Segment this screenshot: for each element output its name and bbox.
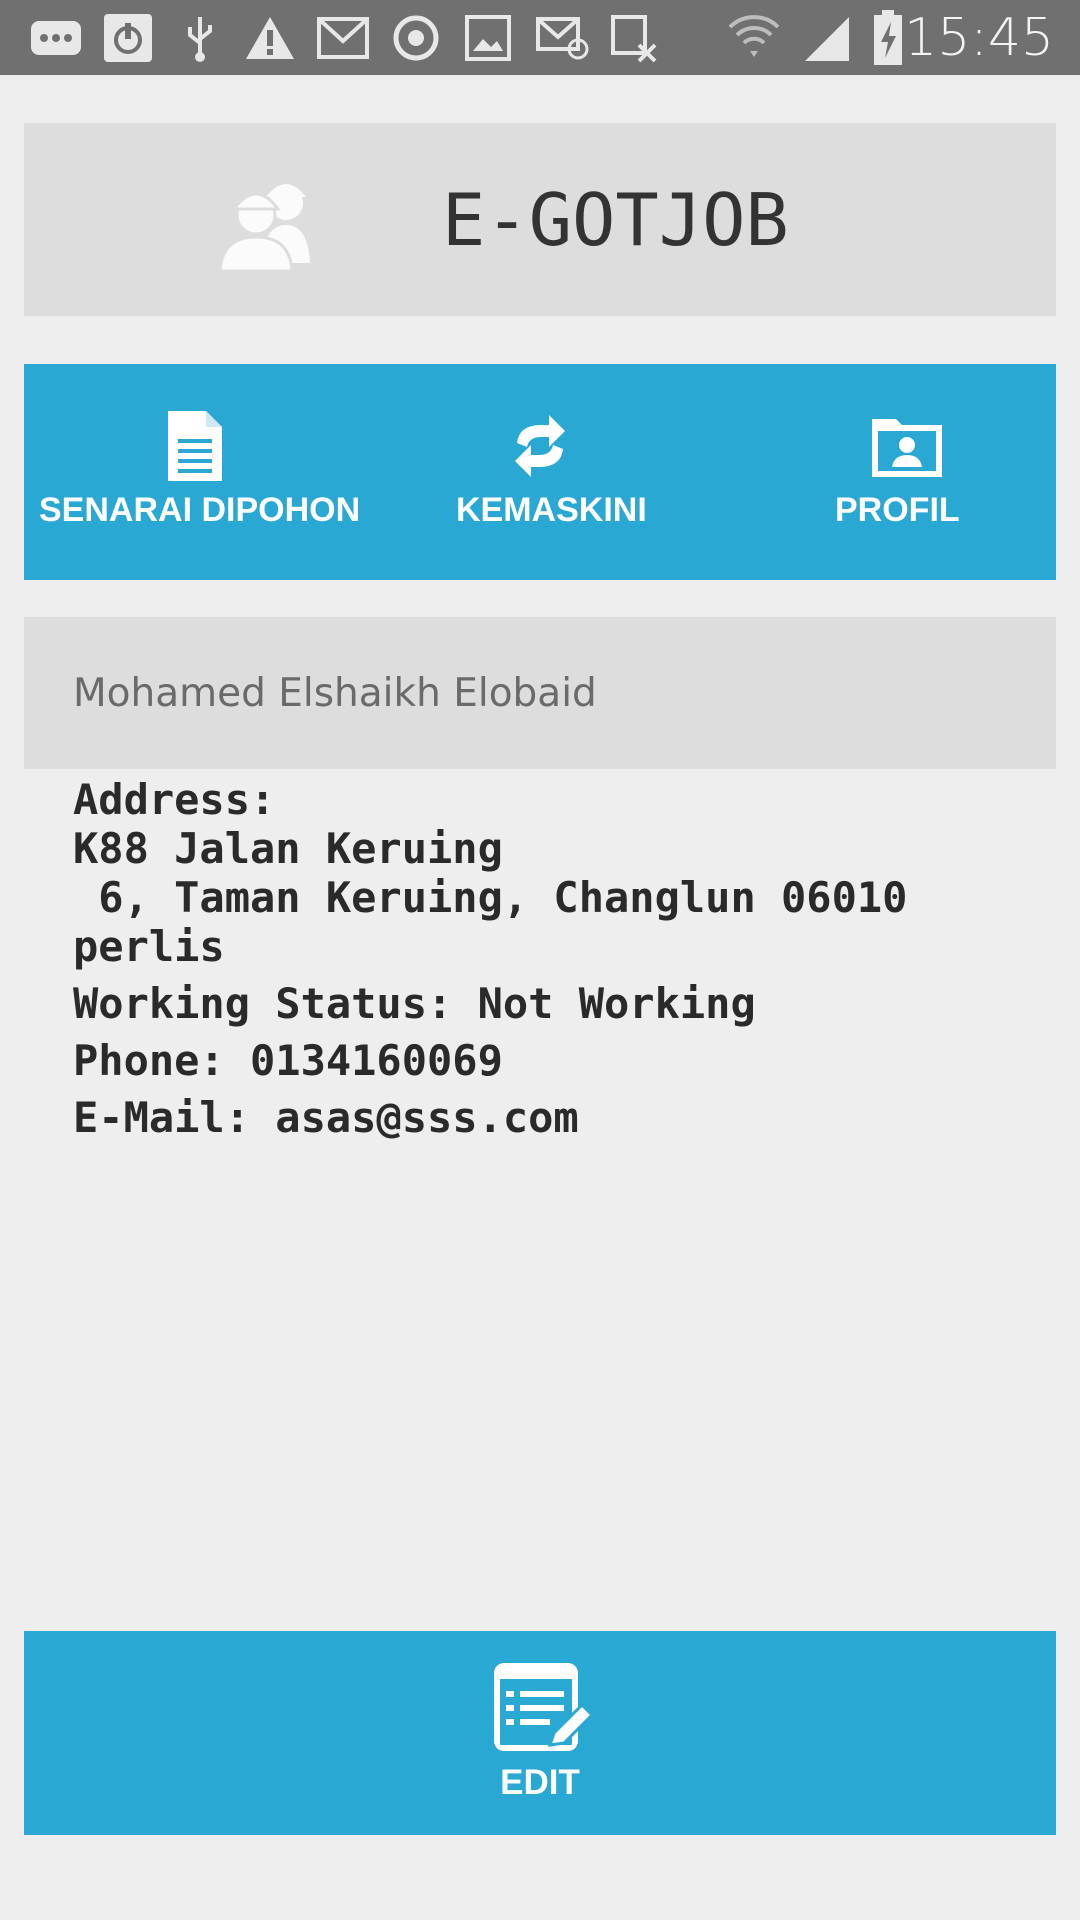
app-header: E-GOTJOB [24, 123, 1056, 316]
profile-folder-icon [870, 409, 944, 483]
status-clock: 15:45 [904, 8, 1054, 68]
nav-senarai-dipohon-button[interactable]: SENARAI DIPOHON [24, 364, 369, 580]
profile-name-bar: Mohamed Elshaikh Elobaid [24, 617, 1056, 769]
profile-phone: Phone: 0134160069 [73, 1036, 503, 1085]
nav-profil-button[interactable]: PROFIL [714, 364, 1056, 580]
sync-icon [390, 10, 442, 66]
nav-bar: SENARAI DIPOHON KEMASKINI PROFIL [24, 364, 1056, 580]
profile-working-status: Working Status: Not Working [73, 979, 756, 1028]
status-bar: 15:45 [0, 0, 1080, 75]
gmail-icon [316, 10, 370, 66]
image-icon [464, 10, 512, 66]
nav-label-profil: PROFIL [835, 491, 960, 529]
edit-button[interactable]: EDIT [24, 1631, 1056, 1835]
signal-icon [800, 10, 854, 66]
profile-name: Mohamed Elshaikh Elobaid [73, 671, 597, 716]
profile-address: Address: K88 Jalan Keruing 6, Taman Keru… [73, 775, 908, 971]
refresh-icon [509, 409, 571, 483]
app-title: E-GOTJOB [442, 178, 789, 262]
power-icon [103, 10, 153, 66]
document-icon [164, 409, 226, 483]
more-icon [28, 10, 84, 66]
profile-details: Address: K88 Jalan Keruing 6, Taman Keru… [73, 775, 1033, 1142]
email-icon [535, 10, 591, 66]
workers-icon [214, 163, 324, 273]
profile-email: E-Mail: asas@sss.com [73, 1093, 579, 1142]
edit-button-label: EDIT [500, 1763, 580, 1802]
nav-kemaskini-button[interactable]: KEMASKINI [369, 364, 714, 580]
nav-label-senarai-dipohon: SENARAI DIPOHON [39, 491, 361, 529]
edit-list-icon [490, 1659, 600, 1759]
warning-icon [244, 10, 296, 66]
usb-icon [180, 10, 220, 66]
wifi-icon [726, 10, 782, 66]
calendar-cancel-icon [608, 10, 660, 66]
nav-label-kemaskini: KEMASKINI [456, 491, 647, 529]
battery-charging-icon [870, 10, 906, 66]
